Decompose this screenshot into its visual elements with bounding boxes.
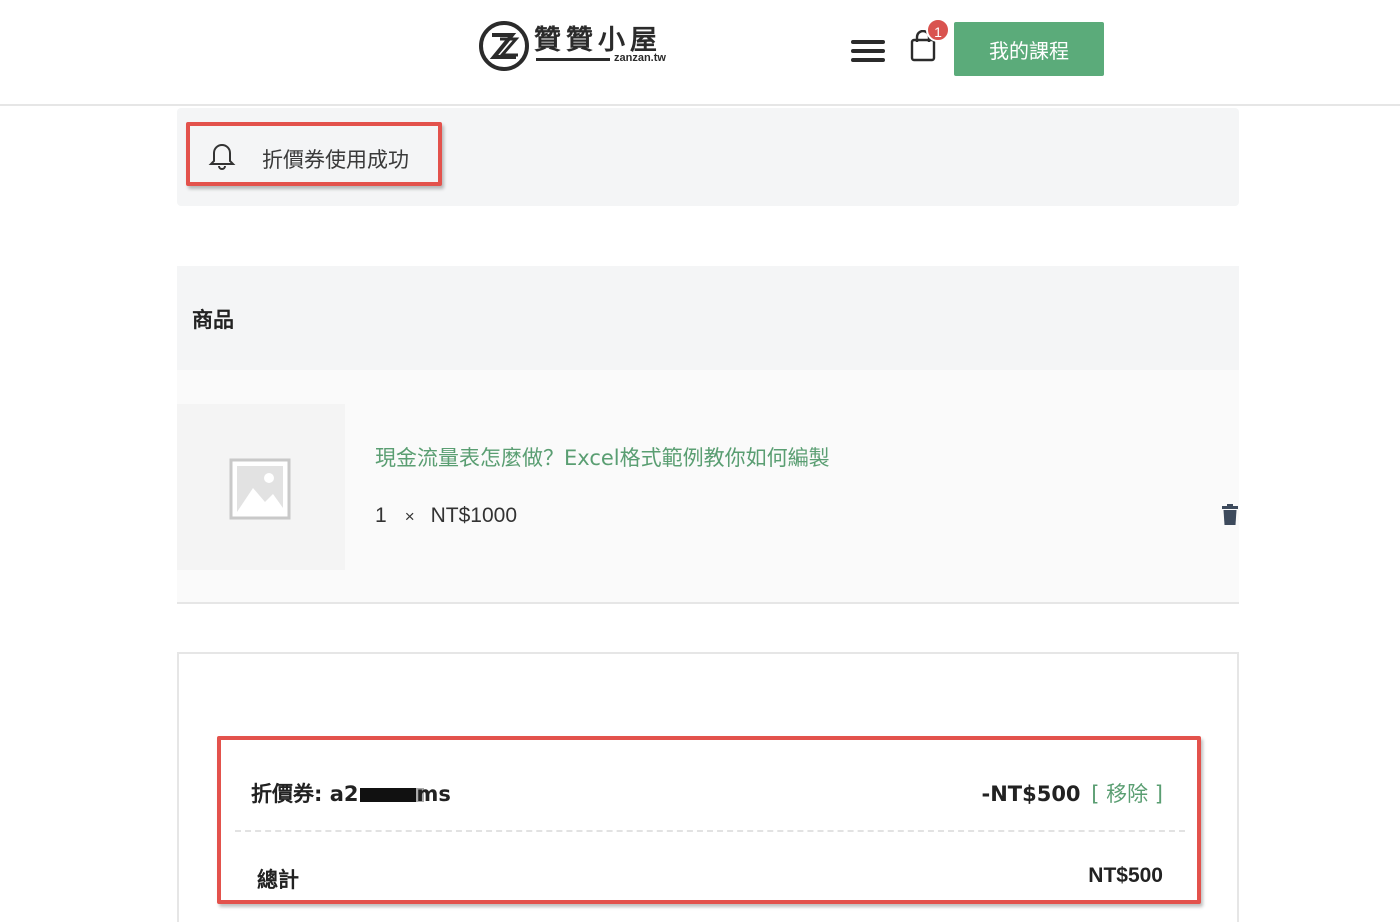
multiply-sign: × (404, 507, 415, 526)
cart-item-row: 現金流量表怎麼做？Excel格式範例教你如何編製 1 × NT$1000 (177, 370, 1239, 604)
order-total-label: 總計 (257, 868, 299, 892)
menu-icon[interactable] (851, 40, 885, 66)
coupon-code-label: 折價券: a2 ms (251, 778, 451, 808)
order-total-value: NT$500 (1088, 864, 1163, 887)
bell-icon (208, 144, 236, 170)
coupon-suffix: ms (416, 782, 451, 806)
image-placeholder-icon (229, 458, 291, 520)
remove-coupon-link[interactable]: [ 移除 ] (1091, 782, 1163, 806)
product-quantity: 1 (375, 504, 387, 527)
product-title-link[interactable]: 現金流量表怎麼做？Excel格式範例教你如何編製 (375, 442, 830, 472)
site-logo[interactable]: 贊贊小屋 zanzan.tw (476, 18, 676, 74)
totals-highlight: 折價券: a2 ms -NT$500 [ 移除 ] 總計 NT$500 (217, 736, 1201, 904)
coupon-discount: -NT$500 [ 移除 ] (981, 778, 1163, 808)
notice-highlight: 折價券使用成功 (186, 122, 442, 186)
coupon-discount-value: -NT$500 (981, 782, 1081, 806)
products-table-header: 商品 (177, 266, 1239, 370)
product-price: NT$1000 (430, 504, 518, 527)
cart-count-badge: 1 (926, 18, 950, 42)
cart-button[interactable]: 1 (910, 18, 950, 66)
logo-underline (536, 58, 610, 61)
totals-divider (235, 830, 1185, 832)
cart-totals: 折價券: a2 ms -NT$500 [ 移除 ] 總計 NT$500 (177, 652, 1239, 922)
coupon-success-notice: 折價券使用成功 (177, 108, 1239, 206)
logo-icon (479, 21, 529, 71)
product-quantity-price: 1 × NT$1000 (375, 504, 517, 528)
logo-subtitle: zanzan.tw (614, 52, 666, 64)
trash-icon[interactable] (1221, 504, 1239, 526)
site-header: 贊贊小屋 zanzan.tw 1 我的課程 (0, 0, 1400, 106)
notice-message: 折價券使用成功 (262, 148, 409, 172)
redaction-block (359, 788, 416, 802)
coupon-prefix: 折價券: a2 (251, 782, 359, 806)
product-thumbnail[interactable] (177, 404, 345, 570)
products-header-label: 商品 (192, 308, 234, 332)
my-courses-button[interactable]: 我的課程 (954, 22, 1104, 76)
